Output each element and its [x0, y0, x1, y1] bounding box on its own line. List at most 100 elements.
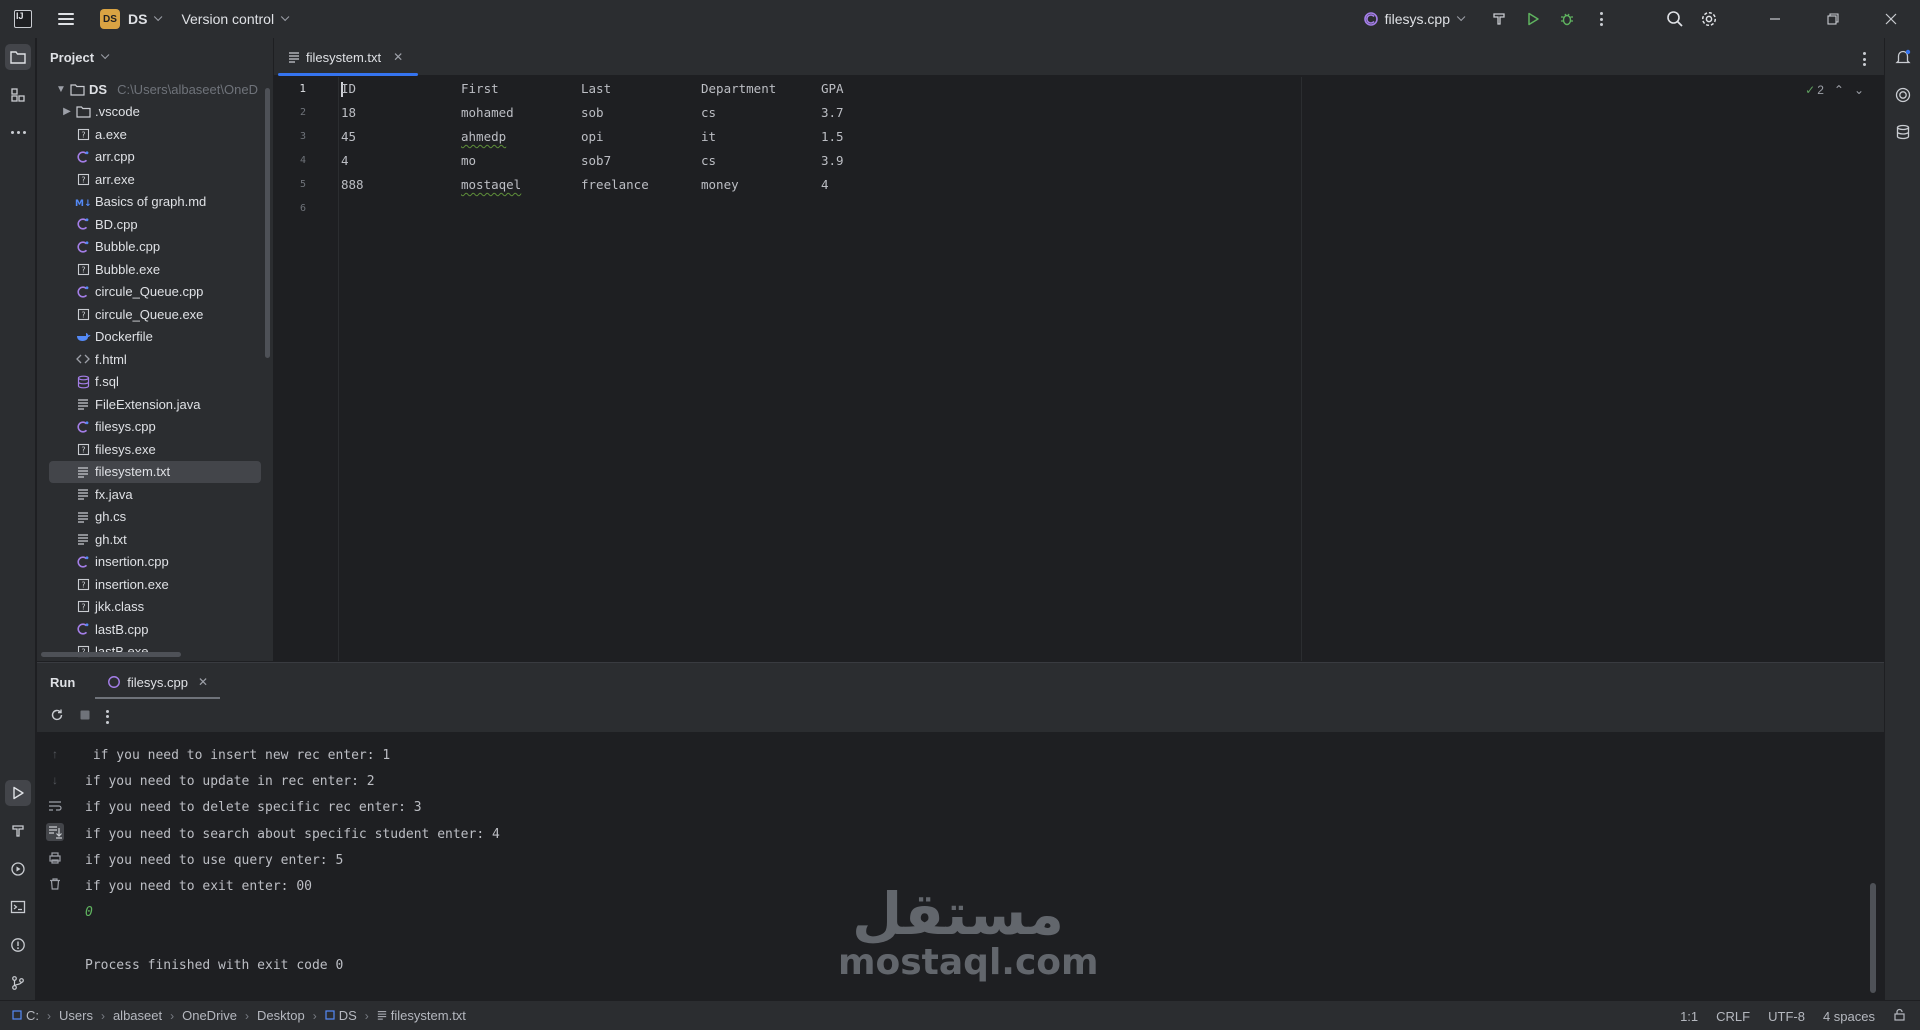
project-vertical-scrollbar[interactable] [265, 88, 270, 358]
tree-item[interactable]: circule_Queue.cpp [37, 281, 273, 304]
tree-item[interactable]: gh.cs [37, 506, 273, 529]
breadcrumb-item[interactable]: C: [12, 1008, 39, 1023]
gear-icon[interactable] [1692, 0, 1726, 38]
read-only-lock-icon[interactable] [1893, 1008, 1906, 1024]
file-encoding[interactable]: UTF-8 [1768, 1009, 1805, 1024]
breadcrumb-item[interactable]: OneDrive [182, 1008, 237, 1023]
tree-item[interactable]: insertion.cpp [37, 551, 273, 574]
tree-root[interactable]: ▼ DS C:\Users\albaseet\OneD [37, 78, 273, 101]
svg-text:M↓: M↓ [75, 199, 91, 208]
main-menu-button[interactable] [58, 13, 74, 25]
tree-item[interactable]: f.sql [37, 371, 273, 394]
code-cell: cs [701, 105, 717, 120]
version-control-menu[interactable]: Version control [181, 11, 290, 27]
tree-item[interactable]: ? jkk.class [37, 596, 273, 619]
tree-item[interactable]: filesystem.txt [49, 460, 261, 483]
cursor-position[interactable]: 1:1 [1680, 1009, 1698, 1024]
run-play-icon[interactable] [1516, 0, 1550, 38]
run-tool-icon[interactable] [5, 780, 31, 806]
services-tool-icon[interactable] [5, 856, 31, 882]
tree-item[interactable]: gh.txt [37, 528, 273, 551]
more-actions-icon[interactable] [1584, 0, 1618, 38]
database-icon[interactable] [1890, 119, 1916, 145]
code-line[interactable]: 18 mohamed sob cs 3.7 [341, 101, 941, 125]
search-icon[interactable] [1658, 0, 1692, 38]
inspection-widget[interactable]: ✓ 2 ⌃ ⌄ [1805, 83, 1864, 97]
breadcrumb-item[interactable]: DS [325, 1008, 357, 1023]
chevron-down-icon[interactable]: ⌄ [1854, 83, 1864, 97]
tree-item[interactable]: ? arr.exe [37, 168, 273, 191]
tab-filesystem-txt[interactable]: filesystem.txt ✕ [276, 38, 418, 76]
ai-assistant-icon[interactable] [1890, 82, 1916, 108]
tree-item[interactable]: arr.cpp [37, 146, 273, 169]
tree-item[interactable]: ? Bubble.exe [37, 258, 273, 281]
terminal-tool-icon[interactable] [5, 894, 31, 920]
restore-button[interactable] [1804, 0, 1862, 38]
code-line[interactable]: ID First Last Department GPA [341, 77, 941, 101]
tree-item[interactable]: ▶ .vscode [37, 101, 273, 124]
run-more-icon[interactable] [106, 709, 109, 724]
rerun-icon[interactable] [50, 708, 64, 725]
console-scrollbar[interactable] [1870, 883, 1876, 993]
chevron-right-icon[interactable]: ▶ [59, 106, 75, 117]
trash-icon[interactable] [46, 875, 64, 893]
line-number: 2 [299, 107, 306, 118]
line-ending[interactable]: CRLF [1716, 1009, 1750, 1024]
project-horizontal-scrollbar[interactable] [41, 652, 181, 657]
structure-tool-icon[interactable] [5, 82, 31, 108]
project-tool-icon[interactable] [5, 44, 31, 70]
code-line[interactable]: 888 mostaqel freelance money 4 [341, 173, 941, 197]
indent-setting[interactable]: 4 spaces [1823, 1009, 1875, 1024]
chevron-up-icon[interactable]: ⌃ [1834, 83, 1844, 97]
tree-item[interactable]: ? a.exe [37, 123, 273, 146]
tree-item[interactable]: ? circule_Queue.exe [37, 303, 273, 326]
run-configuration-selector[interactable]: filesys.cpp [1363, 11, 1466, 27]
project-badge[interactable]: DS [100, 9, 120, 29]
tree-item[interactable]: filesys.cpp [37, 416, 273, 439]
tree-item[interactable]: lastB.cpp [37, 618, 273, 641]
tree-item[interactable]: BD.cpp [37, 213, 273, 236]
notifications-bell-icon[interactable] [1890, 44, 1916, 70]
breadcrumb-item[interactable]: Desktop [257, 1008, 305, 1023]
tree-item[interactable]: Dockerfile [37, 326, 273, 349]
run-tab-filesys-cpp[interactable]: filesys.cpp ✕ [95, 663, 221, 701]
code-line[interactable] [341, 197, 941, 221]
tree-item[interactable]: FileExtension.java [37, 393, 273, 416]
code-editor[interactable]: 123456 ID First Last Department GPA 18 mohamed… [274, 77, 1884, 661]
scroll-to-end-icon[interactable] [46, 823, 64, 841]
project-selector[interactable]: DS [128, 11, 147, 27]
editor-tabs-menu-icon[interactable] [1863, 52, 1866, 66]
tree-item[interactable]: ? filesys.exe [37, 438, 273, 461]
console-output[interactable]: if you need to insert new rec enter: 1 if… [85, 743, 500, 979]
project-panel-header[interactable]: Project [37, 38, 273, 76]
breadcrumb-item[interactable]: albaseet [113, 1008, 162, 1023]
soft-wrap-icon[interactable] [46, 797, 64, 815]
breadcrumb-item[interactable]: filesystem.txt [377, 1008, 466, 1023]
close-window-button[interactable] [1862, 0, 1920, 38]
code-line[interactable]: 45 ahmedp opi it 1.5 [341, 125, 941, 149]
breadcrumb-item[interactable]: Users [59, 1008, 93, 1023]
more-tools-icon[interactable] [5, 119, 31, 145]
code-cell: Department [701, 81, 777, 96]
tree-item[interactable]: f.html [37, 348, 273, 371]
tree-item[interactable]: fx.java [37, 483, 273, 506]
tree-item[interactable]: M↓ Basics of graph.md [37, 191, 273, 214]
debug-bug-icon[interactable] [1550, 0, 1584, 38]
close-tab-icon[interactable]: ✕ [393, 50, 403, 64]
build-hammer-icon[interactable] [1482, 0, 1516, 38]
build-tool-icon[interactable] [5, 818, 31, 844]
minimize-button[interactable] [1746, 0, 1804, 38]
git-branch-icon[interactable] [5, 970, 31, 996]
tree-item[interactable]: ? insertion.exe [37, 573, 273, 596]
arrow-up-icon[interactable]: ↑ [46, 745, 64, 763]
stop-icon[interactable] [78, 708, 92, 725]
print-icon[interactable] [46, 849, 64, 867]
editor-content[interactable]: ID First Last Department GPA 18 mohamed sob cs 3.… [341, 77, 941, 221]
text-file-icon [75, 464, 91, 480]
close-tab-icon[interactable]: ✕ [198, 675, 208, 689]
docker-file-icon [75, 329, 91, 345]
problems-tool-icon[interactable] [5, 932, 31, 958]
arrow-down-icon[interactable]: ↓ [46, 771, 64, 789]
code-line[interactable]: 4 mo sob7 cs 3.9 [341, 149, 941, 173]
tree-item[interactable]: Bubble.cpp [37, 236, 273, 259]
